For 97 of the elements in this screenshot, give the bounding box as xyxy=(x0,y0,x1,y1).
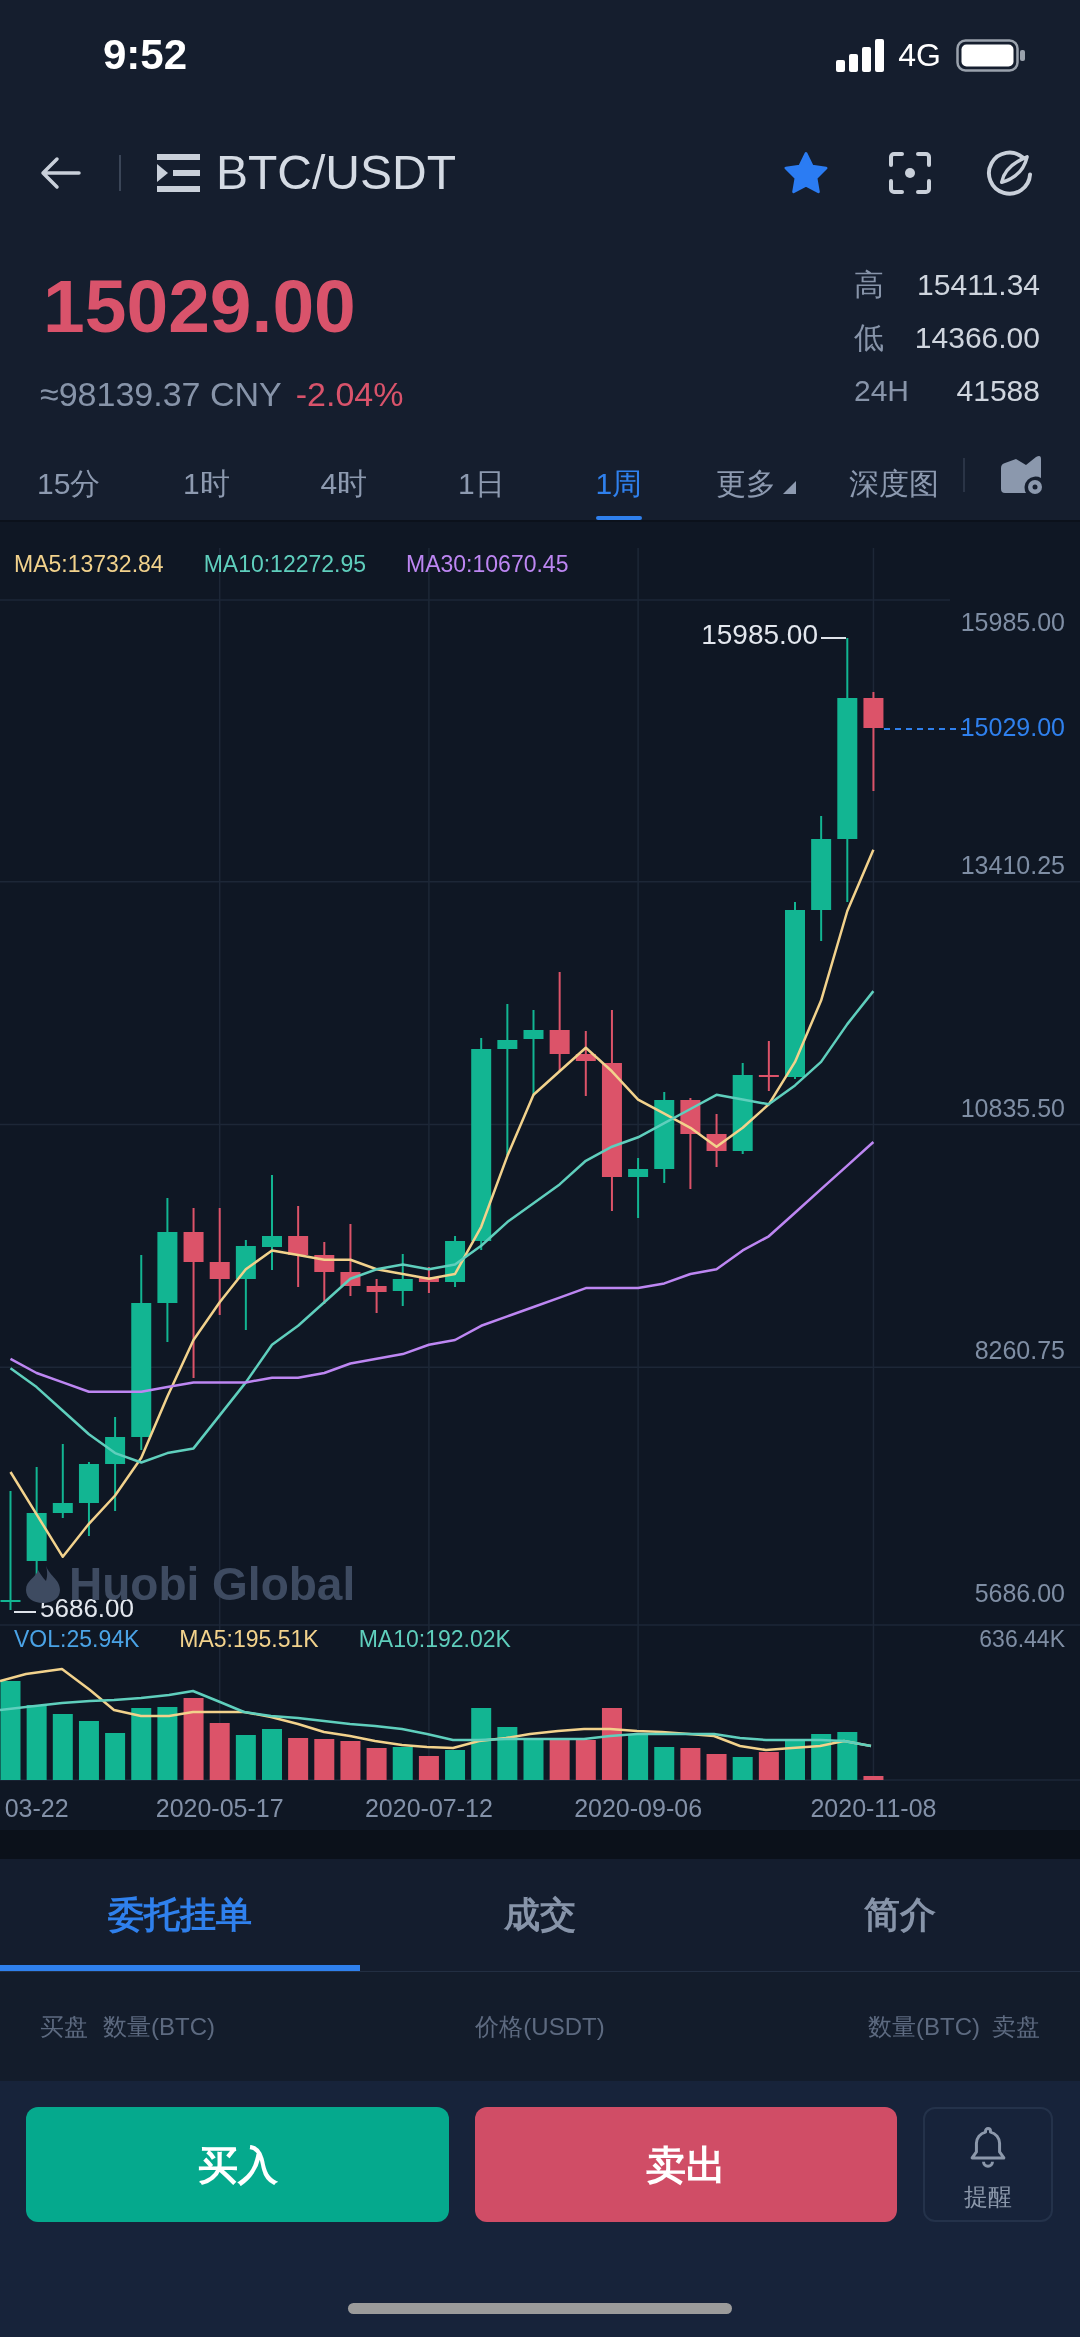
buy-button[interactable]: 买入 xyxy=(26,2107,449,2222)
column-header: 价格(USDT) xyxy=(475,2011,605,2042)
volume-bar xyxy=(863,1776,884,1780)
axis-label: 2020-05-17 xyxy=(155,1793,284,1823)
volume-bar xyxy=(235,1735,256,1780)
volume-bar xyxy=(392,1747,413,1780)
current-price-label: 15029.00 xyxy=(960,712,1065,742)
legend-label: VOL:25.94K xyxy=(14,1625,140,1653)
volume-bar xyxy=(445,1750,466,1780)
volume-bar xyxy=(366,1748,387,1780)
section-tab[interactable]: 委托挂单 xyxy=(0,1859,360,1971)
volume-bar xyxy=(523,1738,544,1780)
volume-bar xyxy=(52,1714,73,1780)
axis-label: 03-22 xyxy=(4,1793,69,1823)
candle xyxy=(366,1278,387,1314)
caret-icon xyxy=(783,481,797,494)
volume-bar xyxy=(575,1740,596,1780)
stat-value: 41588 xyxy=(956,372,1040,409)
leader-line xyxy=(820,637,847,639)
section-tab[interactable]: 简介 xyxy=(720,1859,1080,1971)
last-price: 15029.00 xyxy=(43,263,357,350)
volume-bar xyxy=(732,1757,753,1780)
axis-label: 2020-09-06 xyxy=(574,1793,703,1823)
stat-label: 低 xyxy=(854,319,884,356)
candle xyxy=(628,1157,649,1219)
volume-bar xyxy=(601,1708,622,1780)
axis-label: 5686.00 xyxy=(974,1578,1065,1608)
cny-price: ≈98139.37 CNY xyxy=(40,374,282,415)
price-change: -2.04% xyxy=(295,374,404,415)
volume-bar xyxy=(837,1732,858,1780)
high-price-label: 15985.00 xyxy=(701,619,818,651)
volume-bar xyxy=(314,1739,335,1780)
sell-button[interactable]: 卖出 xyxy=(475,2107,897,2222)
stat-value: 15411.34 xyxy=(917,266,1040,303)
leader-line xyxy=(13,1611,37,1613)
status-time: 9:52 xyxy=(103,30,188,80)
candle xyxy=(758,1040,779,1092)
volume-bar xyxy=(262,1729,282,1780)
axis-label: 10835.50 xyxy=(960,1092,1065,1123)
alert-button[interactable]: 提醒 xyxy=(923,2107,1053,2222)
stat-label: 24H xyxy=(854,372,910,409)
star-icon[interactable] xyxy=(784,151,828,194)
stat-value: 14366.00 xyxy=(914,319,1040,356)
back-icon[interactable] xyxy=(39,155,81,190)
bell-icon xyxy=(968,2126,1008,2169)
circle-arrow-icon[interactable] xyxy=(986,149,1033,196)
candle xyxy=(575,1030,596,1097)
period-tab[interactable]: 15分 xyxy=(0,430,138,520)
legend-label: MA10:12272.95 xyxy=(203,550,367,578)
axis-label: 636.44K xyxy=(979,1625,1065,1653)
battery-icon xyxy=(956,38,1025,72)
column-header: 数量(BTC) xyxy=(868,2011,980,2042)
axis-label: 8260.75 xyxy=(974,1335,1065,1366)
period-tab[interactable]: 1时 xyxy=(137,430,275,520)
legend-label: MA10:192.02K xyxy=(358,1625,511,1653)
list-icon[interactable] xyxy=(157,153,200,192)
period-tab[interactable]: 更多 xyxy=(687,430,825,520)
column-header: 买盘 xyxy=(40,2011,88,2042)
focus-icon[interactable] xyxy=(888,150,932,195)
volume-bar xyxy=(471,1708,492,1780)
volume-bar xyxy=(628,1734,649,1780)
volume-bar xyxy=(288,1738,309,1780)
volume-bar xyxy=(497,1727,518,1780)
volume-bar xyxy=(654,1747,675,1780)
volume-bar xyxy=(811,1734,832,1780)
legend-label: MA5:195.51K xyxy=(179,1625,319,1653)
volume-bar xyxy=(105,1733,126,1780)
legend-label: MA30:10670.45 xyxy=(406,550,569,578)
image-gear-icon[interactable] xyxy=(1000,455,1043,495)
volume-bar xyxy=(706,1754,727,1780)
volume-bar xyxy=(418,1756,439,1780)
period-tab[interactable]: 1周 xyxy=(550,430,688,520)
axis-label: 2020-11-08 xyxy=(810,1793,937,1823)
legend-label: MA5:13732.84 xyxy=(14,550,164,578)
period-tab[interactable]: 4时 xyxy=(275,430,413,520)
axis-label: 15985.00 xyxy=(960,607,1065,637)
volume-bar xyxy=(549,1738,570,1780)
volume-bar xyxy=(680,1748,701,1780)
signal-icon xyxy=(836,38,885,72)
section-tab[interactable]: 成交 xyxy=(360,1859,720,1971)
period-tab[interactable]: 深度图 xyxy=(825,430,963,520)
axis-label: 2020-07-12 xyxy=(364,1793,493,1823)
period-tab[interactable]: 1日 xyxy=(412,430,550,520)
network-label: 4G xyxy=(898,36,941,75)
candle xyxy=(418,1266,439,1294)
axis-label: 13410.25 xyxy=(960,849,1065,880)
column-header: 数量(BTC) xyxy=(103,2011,215,2042)
volume-bar xyxy=(131,1708,152,1780)
volume-bar xyxy=(78,1721,99,1780)
column-header: 卖盘 xyxy=(992,2011,1040,2042)
pair-title: BTC/USDT xyxy=(216,144,456,201)
candle xyxy=(392,1253,413,1307)
volume-bar xyxy=(209,1723,230,1780)
volume-bar xyxy=(758,1752,779,1780)
stat-label: 高 xyxy=(854,266,884,303)
candle xyxy=(706,1113,727,1168)
volume-bar xyxy=(340,1741,361,1780)
